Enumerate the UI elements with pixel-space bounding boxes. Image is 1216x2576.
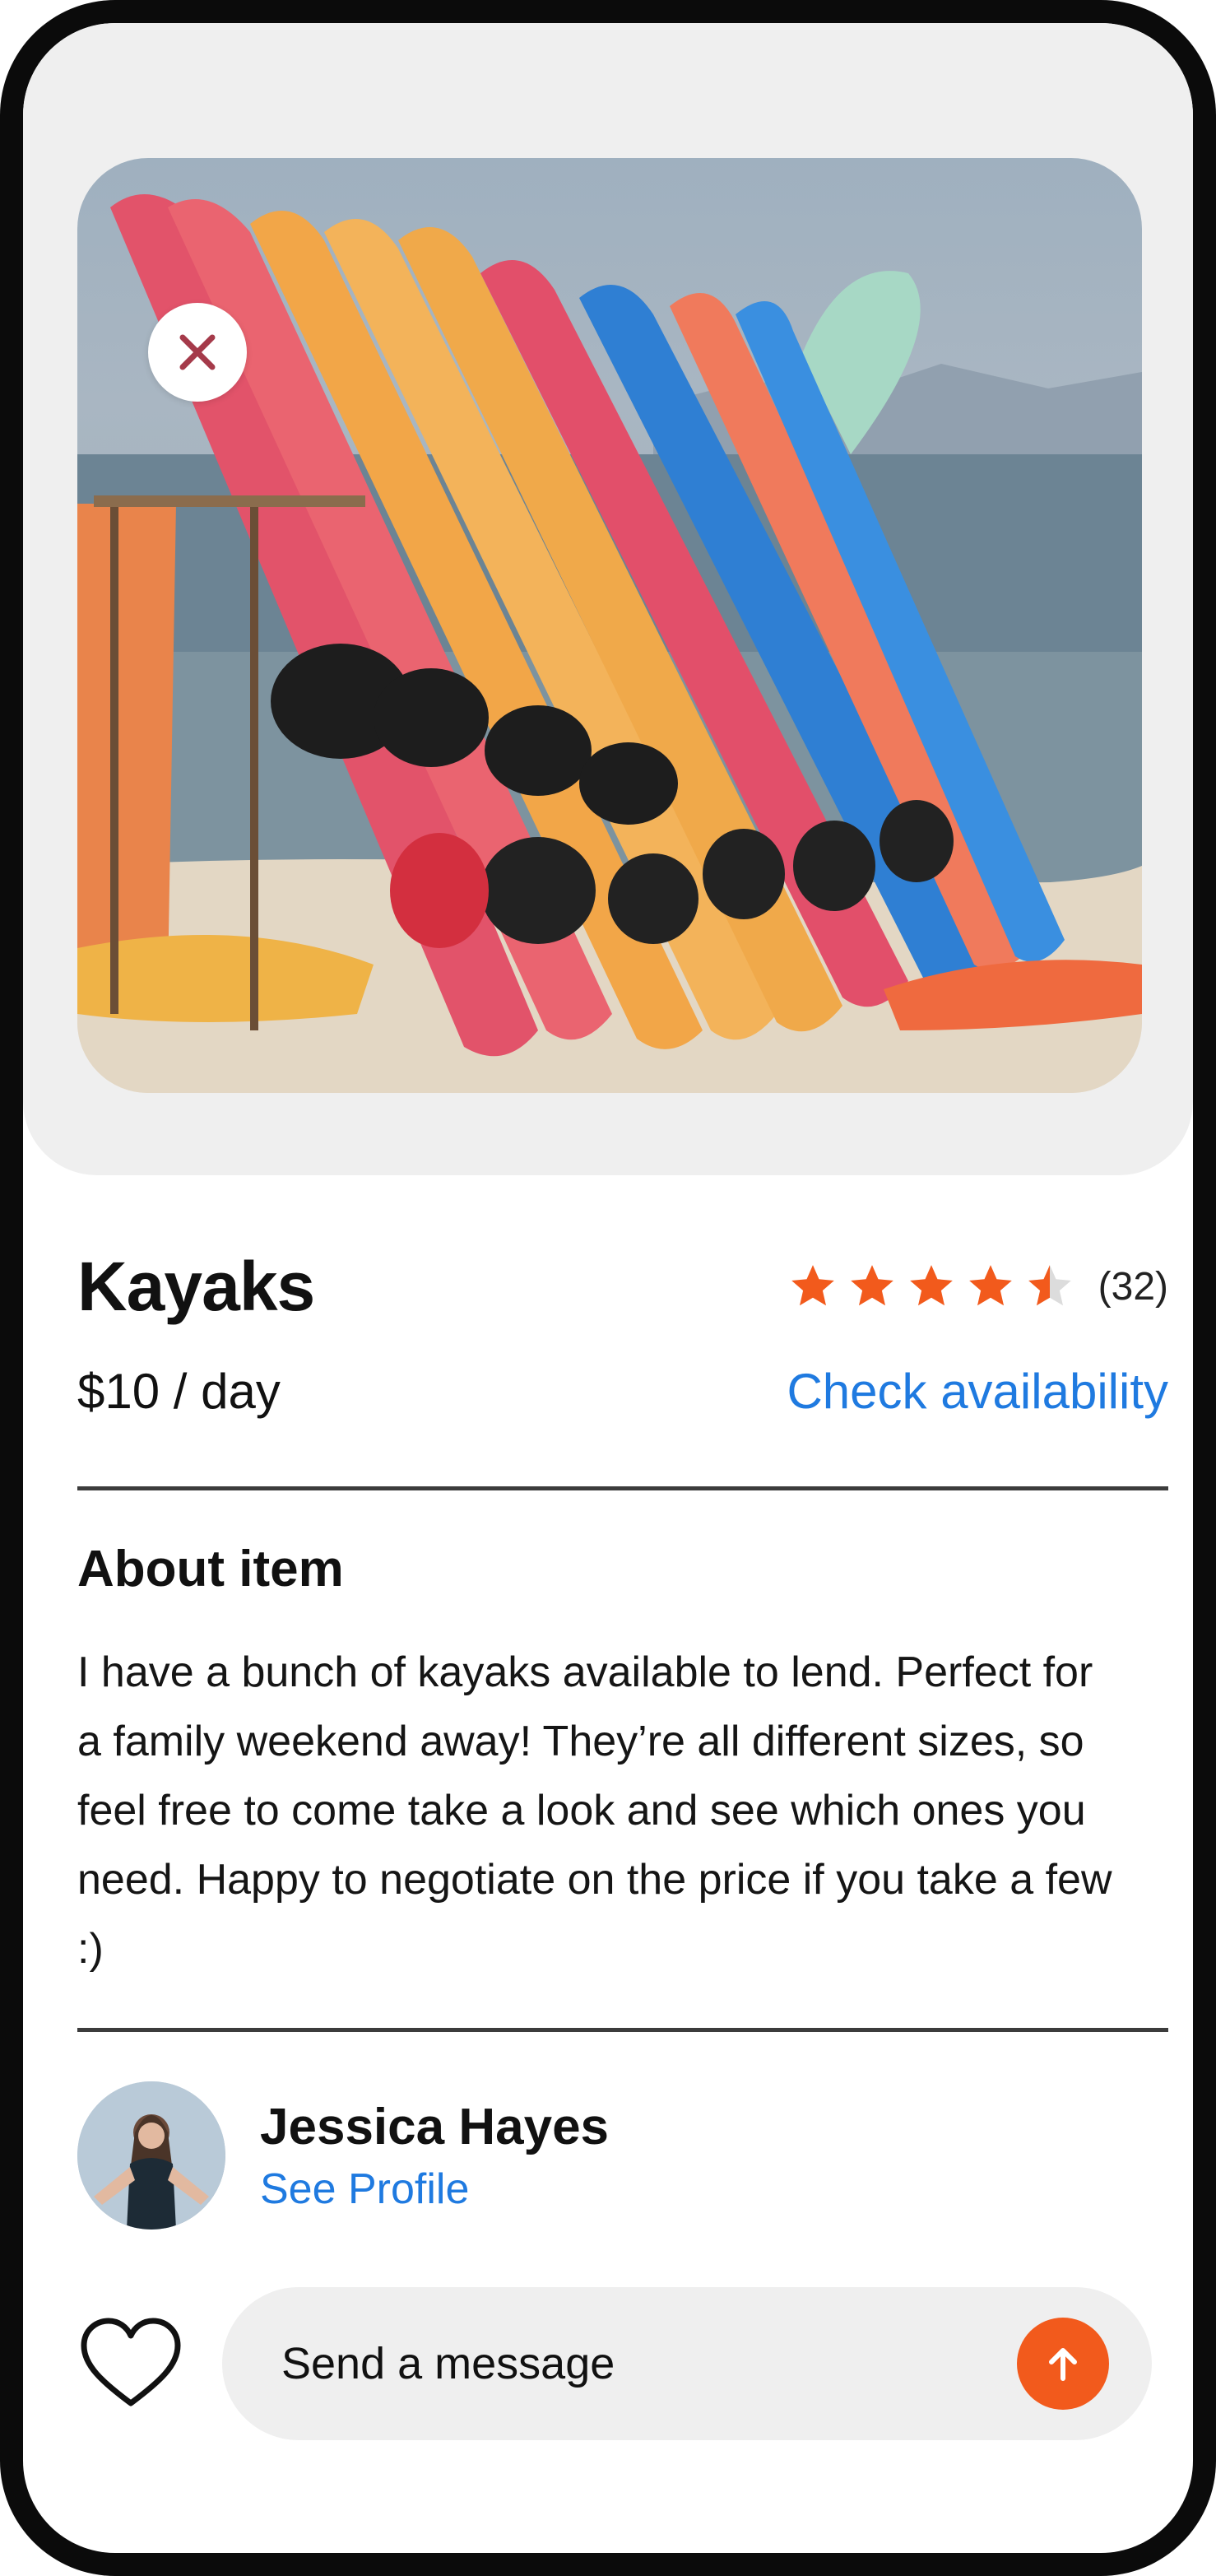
item-title: Kayaks xyxy=(77,1247,315,1325)
action-bar xyxy=(77,2287,1168,2440)
rating-count: (32) xyxy=(1098,1264,1168,1309)
avatar[interactable] xyxy=(77,2081,225,2230)
divider xyxy=(77,1486,1168,1490)
title-row: Kayaks (32) xyxy=(77,1241,1168,1332)
about-text: I have a bunch of kayaks available to le… xyxy=(77,1648,1112,1973)
divider xyxy=(77,2028,1168,2032)
about-heading: About item xyxy=(77,1541,344,1597)
send-button[interactable] xyxy=(1017,2318,1109,2410)
rating[interactable]: (32) xyxy=(787,1261,1168,1312)
star-icon xyxy=(787,1261,838,1312)
kayaks-illustration xyxy=(77,194,1142,1093)
price: $10 / day xyxy=(77,1363,281,1419)
arrow-up-icon xyxy=(1049,2348,1077,2381)
star-icon xyxy=(906,1261,957,1312)
message-box xyxy=(222,2287,1152,2440)
close-button[interactable] xyxy=(148,303,247,402)
check-availability-link[interactable]: Check availability xyxy=(787,1363,1168,1420)
seller-row: Jessica Hayes See Profile xyxy=(77,2081,1168,2230)
seller-name: Jessica Hayes xyxy=(260,2098,610,2155)
favorite-button[interactable] xyxy=(77,2314,184,2413)
price-row: $10 / day Check availability xyxy=(77,1350,1168,1432)
seller-info: Jessica Hayes See Profile xyxy=(260,2098,609,2214)
hero-area xyxy=(23,23,1193,1175)
see-profile-link[interactable]: See Profile xyxy=(260,2164,609,2214)
star-rating xyxy=(787,1261,1075,1312)
star-half-icon xyxy=(1024,1261,1075,1312)
star-icon xyxy=(847,1261,898,1312)
star-icon xyxy=(965,1261,1016,1312)
heart-icon xyxy=(81,2318,181,2406)
message-input[interactable] xyxy=(280,2337,938,2390)
item-photo[interactable] xyxy=(77,158,1142,1093)
close-icon xyxy=(179,334,216,370)
item-details: Kayaks (32) $10 / day Check availability… xyxy=(77,1241,1168,2440)
screen: Kayaks (32) $10 / day Check availability… xyxy=(23,23,1193,2553)
phone-frame: Kayaks (32) $10 / day Check availability… xyxy=(0,0,1216,2576)
